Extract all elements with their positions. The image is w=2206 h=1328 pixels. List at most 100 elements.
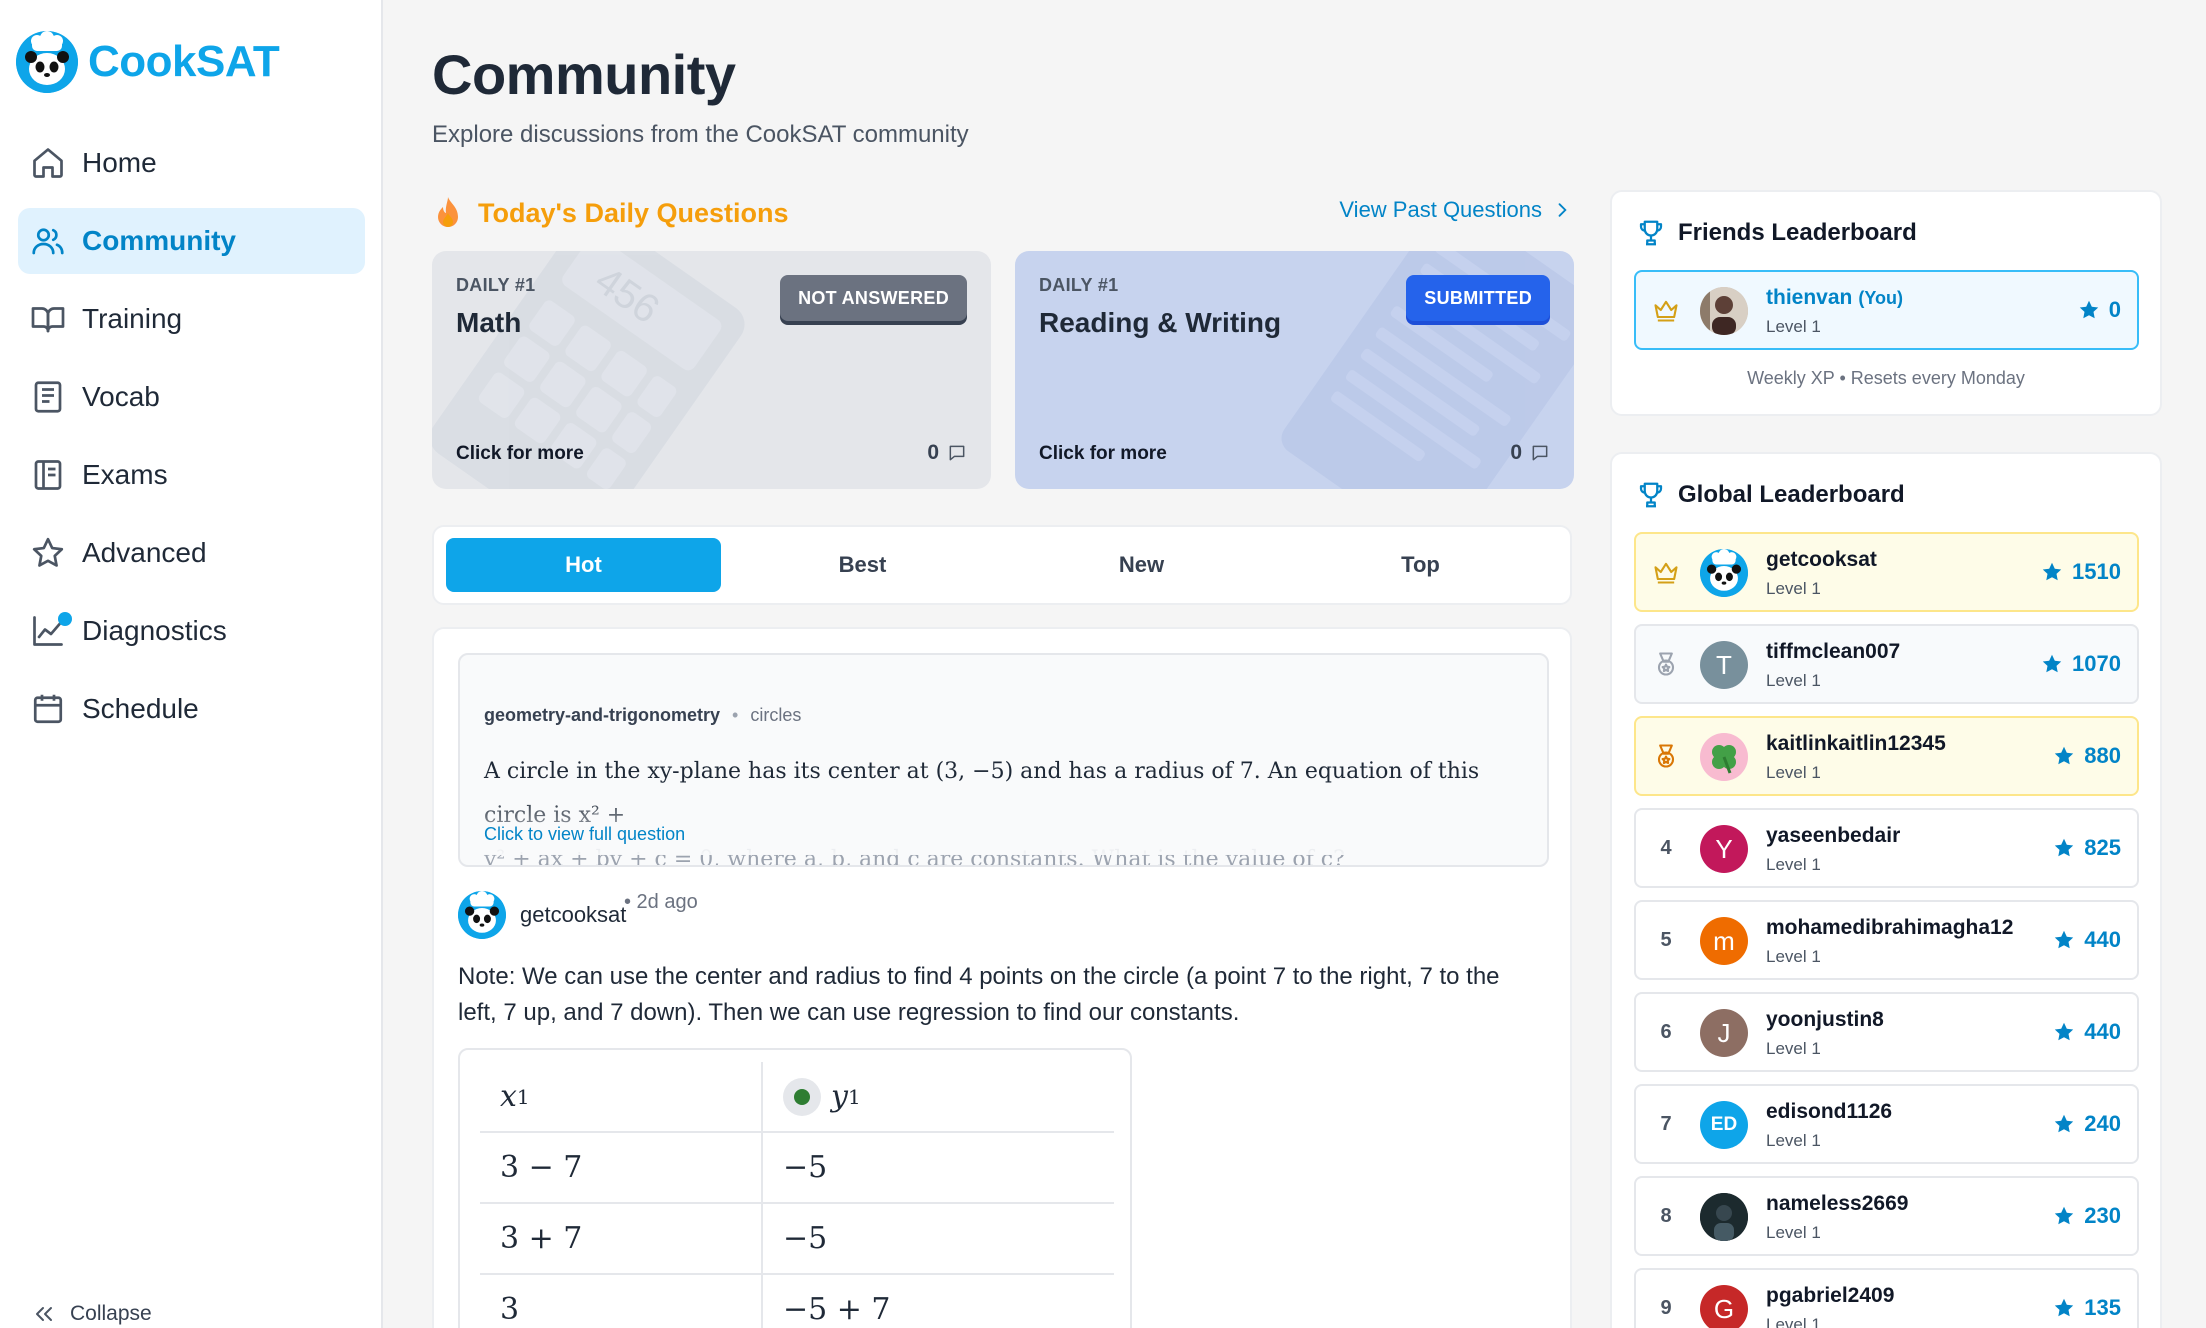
- tab-new[interactable]: New: [1004, 538, 1279, 592]
- status-badge: SUBMITTED: [1406, 275, 1550, 321]
- header-subscript: 1: [516, 1084, 530, 1109]
- star-filled-icon: [2055, 746, 2074, 765]
- sidebar-item-label: Exams: [82, 459, 168, 490]
- sidebar-item-diagnostics[interactable]: Diagnostics: [18, 598, 365, 664]
- leaderboard-xp: 230: [2052, 1178, 2121, 1254]
- table-cell[interactable]: −5: [763, 1133, 1114, 1202]
- panda-avatar-icon: [458, 891, 506, 939]
- leaderboard-row[interactable]: 6 J yoonjustin8 Level 1 440: [1634, 992, 2139, 1072]
- crown-icon: [1652, 272, 1680, 348]
- xp-value: 440: [2084, 1019, 2121, 1044]
- xp-value: 880: [2084, 743, 2121, 768]
- leaderboard-row[interactable]: kaitlinkaitlin12345 Level 1 880: [1634, 716, 2139, 796]
- post-time: • 2d ago: [624, 891, 698, 913]
- avatar: J: [1700, 1009, 1748, 1057]
- table-cell[interactable]: 3 − 7: [480, 1133, 763, 1202]
- daily-questions-title: Today's Daily Questions: [478, 197, 789, 228]
- post-card: geometry-and-trigonometry • circles A circ…: [432, 627, 1572, 1328]
- table-cell[interactable]: 3 + 7: [480, 1204, 763, 1273]
- panda-avatar-icon: [1700, 549, 1748, 597]
- comment-count: 0: [1510, 441, 1550, 465]
- sidebar-item-vocab[interactable]: Vocab: [18, 364, 365, 430]
- collapse-button[interactable]: Collapse: [32, 1302, 152, 1326]
- view-full-question-link[interactable]: Click to view full question: [484, 824, 685, 845]
- leaderboard-row[interactable]: 7 ED edisond1126 Level 1 240: [1634, 1084, 2139, 1164]
- global-leaderboard: Global Leaderboard getcooksat Level 1 15…: [1610, 452, 2162, 1328]
- brand-name: CookSAT: [88, 37, 280, 86]
- table-cell[interactable]: 3: [480, 1275, 763, 1328]
- notebook-icon: [34, 381, 62, 413]
- avatar-initial: m: [1713, 925, 1735, 956]
- click-for-more: Click for more: [1039, 443, 1167, 464]
- leaderboard-row[interactable]: 5 m mohamedibrahimagha12 Level 1 440: [1634, 900, 2139, 980]
- daily-card-math[interactable]: 456 DAILY #1 Math NOT ANSWERED Click for…: [432, 251, 991, 489]
- leaderboard-name: nameless2669: [1766, 1192, 1909, 1215]
- question-preview[interactable]: geometry-and-trigonometry • circles A circ…: [458, 653, 1549, 867]
- table-header-cell: y1: [763, 1062, 1114, 1131]
- leaderboard-level: Level 1: [1766, 855, 1821, 874]
- question-meta: geometry-and-trigonometry • circles: [484, 705, 802, 725]
- sidebar-nav: Home Community Training Vocab Exams Adva…: [18, 130, 365, 754]
- xp-value: 230: [2084, 1203, 2121, 1228]
- xp-value: 240: [2084, 1111, 2121, 1136]
- leaderboard-row-you[interactable]: thienvan (You) Level 1 0: [1634, 270, 2139, 350]
- leaderboard-row[interactable]: 8 nameless2669 Level 1 230: [1634, 1176, 2139, 1256]
- weekly-xp-note: Weekly XP • Resets every Monday: [1747, 368, 2025, 388]
- sidebar-item-home[interactable]: Home: [18, 130, 365, 196]
- star-filled-icon: [2055, 930, 2074, 949]
- sidebar-item-schedule[interactable]: Schedule: [18, 676, 365, 742]
- series-color-dot-icon[interactable]: [783, 1077, 821, 1116]
- table-cell[interactable]: −5: [763, 1204, 1114, 1273]
- book-open-icon: [31, 307, 65, 333]
- view-past-questions-link[interactable]: View Past Questions: [1339, 197, 1572, 223]
- sidebar-item-community[interactable]: Community: [18, 208, 365, 274]
- sidebar-item-label: Home: [82, 147, 157, 178]
- sidebar-item-training[interactable]: Training: [18, 286, 365, 352]
- leaderboard-level: Level 1: [1766, 317, 1821, 336]
- tab-best[interactable]: Best: [725, 538, 1000, 592]
- daily-card-reading-writing[interactable]: DAILY #1 Reading & Writing SUBMITTED Cli…: [1015, 251, 1574, 489]
- leaderboard-name: kaitlinkaitlin12345: [1766, 732, 1946, 755]
- leaderboard-level: Level 1: [1766, 947, 1821, 966]
- author-name: getcooksat: [520, 902, 627, 927]
- leaderboard-row[interactable]: 4 Y yaseenbedair Level 1 825: [1634, 808, 2139, 888]
- xp-value: 0: [2108, 297, 2121, 322]
- medal-silver-icon: [1652, 626, 1680, 702]
- header-var: y: [831, 1079, 848, 1114]
- star-filled-icon: [2079, 300, 2098, 319]
- leaderboard-xp: 880: [2052, 718, 2121, 794]
- post-author[interactable]: getcooksat: [458, 891, 626, 939]
- brand[interactable]: CookSAT: [16, 31, 280, 93]
- table-header-row: x1 y1: [480, 1062, 1114, 1133]
- header-subscript: 1: [847, 1084, 861, 1109]
- avatar: [1700, 733, 1748, 781]
- table-cell[interactable]: −5 + 7: [763, 1275, 1114, 1328]
- leaderboard-level: Level 1: [1766, 671, 1821, 690]
- leaderboard-rank: 9: [1660, 1296, 1672, 1319]
- panda-logo-icon: [16, 31, 78, 93]
- view-past-label: View Past Questions: [1339, 197, 1542, 222]
- leaderboard-row[interactable]: getcooksat Level 1 1510: [1634, 532, 2139, 612]
- sidebar-item-exams[interactable]: Exams: [18, 442, 365, 508]
- avatar: Y: [1700, 825, 1748, 873]
- sidebar-item-label: Diagnostics: [82, 615, 227, 646]
- leaderboard-row[interactable]: T tiffmclean007 Level 1 1070: [1634, 624, 2139, 704]
- avatar: [1700, 287, 1748, 335]
- avatar: [458, 891, 506, 939]
- xp-value: 440: [2084, 927, 2121, 952]
- tab-top[interactable]: Top: [1283, 538, 1558, 592]
- panel-title: Global Leaderboard: [1636, 480, 1905, 510]
- leaderboard-row[interactable]: 9 G pgabriel2409 Level 1 135: [1634, 1268, 2139, 1328]
- trophy-icon: [1639, 482, 1663, 508]
- leaderboard-xp: 0: [2077, 272, 2121, 348]
- avatar-initial: J: [1717, 1017, 1731, 1048]
- notification-dot: [58, 612, 72, 626]
- leaderboard-xp: 440: [2052, 902, 2121, 978]
- star-icon: [32, 537, 64, 567]
- tab-hot[interactable]: Hot: [446, 538, 721, 592]
- xp-value: 825: [2084, 835, 2121, 860]
- calendar-icon: [33, 694, 63, 724]
- sidebar-item-advanced[interactable]: Advanced: [18, 520, 365, 586]
- leaderboard-xp: 135: [2052, 1270, 2121, 1328]
- sort-tabs: Hot Best New Top: [432, 525, 1572, 605]
